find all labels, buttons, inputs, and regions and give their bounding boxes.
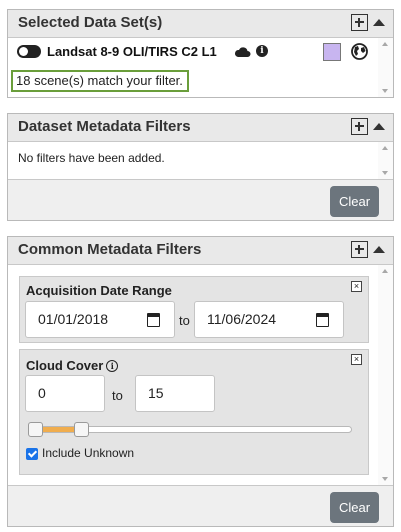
info-icon[interactable]: i [106,360,119,372]
cloud-icon [234,47,251,57]
common-filters-header: Common Metadata Filters [8,237,393,265]
scrollbar[interactable] [378,265,393,485]
slider-max-handle[interactable] [74,422,90,437]
panel-title: Selected Data Set(s) [18,14,163,31]
close-icon[interactable]: × [351,354,362,365]
clear-button[interactable]: Clear [330,492,379,523]
close-icon[interactable]: × [351,281,362,292]
common-metadata-filters-panel: Common Metadata Filters Acquisition Date… [7,236,394,527]
to-label: to [112,388,123,403]
calendar-icon[interactable] [316,313,329,327]
dataset-filters-body: No filters have been added. [8,142,393,180]
start-date-value: 01/01/2018 [38,311,109,327]
cloud-max-value: 15 [148,385,164,401]
to-label: to [179,313,190,328]
scroll-down-icon[interactable] [382,477,388,481]
dataset-name[interactable]: Landsat 8-9 OLI/TIRS C2 L1 [47,44,217,59]
color-swatch[interactable] [323,43,341,61]
add-icon[interactable] [351,241,368,258]
globe-icon[interactable] [351,43,368,60]
scroll-down-icon[interactable] [382,89,388,93]
dataset-filters-footer: Clear [8,180,393,220]
collapse-icon[interactable] [373,19,385,26]
cloud-cover-filter: Cloud Cover i × 0 to 15 Include Unknown [19,349,369,475]
scrollbar[interactable] [378,142,393,179]
acquisition-date-filter: Acquisition Date Range × 01/01/2018 to 1… [19,276,369,343]
start-date-input[interactable]: 01/01/2018 [25,301,175,338]
scrollbar[interactable] [378,38,393,97]
cloud-min-input[interactable]: 0 [25,375,105,412]
common-filters-body: Acquisition Date Range × 01/01/2018 to 1… [8,265,393,486]
clear-button[interactable]: Clear [330,186,379,217]
info-icon[interactable]: i [256,45,268,57]
scroll-up-icon[interactable] [382,269,388,273]
cloud-cover-label: Cloud Cover [26,358,104,373]
selected-datasets-header: Selected Data Set(s) [8,10,393,38]
scroll-up-icon[interactable] [382,146,388,150]
selected-datasets-panel: Selected Data Set(s) Landsat 8-9 OLI/TIR… [7,9,394,98]
include-unknown-checkbox[interactable] [26,448,38,460]
collapse-icon[interactable] [373,123,385,130]
end-date-value: 11/06/2024 [207,311,277,327]
no-filters-text: No filters have been added. [18,151,165,165]
panel-title: Dataset Metadata Filters [18,118,191,135]
calendar-icon[interactable] [147,313,160,327]
collapse-icon[interactable] [373,246,385,253]
scroll-down-icon[interactable] [382,171,388,175]
cloud-max-input[interactable]: 15 [135,375,215,412]
acquisition-date-title: Acquisition Date Range [26,283,172,298]
cloud-min-value: 0 [38,385,46,401]
common-filters-footer: Clear [8,486,393,526]
panel-title: Common Metadata Filters [18,241,202,258]
end-date-input[interactable]: 11/06/2024 [194,301,344,338]
add-icon[interactable] [351,14,368,31]
dataset-metadata-filters-panel: Dataset Metadata Filters No filters have… [7,113,394,221]
add-icon[interactable] [351,118,368,135]
include-unknown-label[interactable]: Include Unknown [42,446,134,460]
match-count-text: 18 scene(s) match your filter. [11,70,189,92]
slider-min-handle[interactable] [28,422,43,437]
toggle-icon[interactable] [17,45,41,58]
dataset-filters-header: Dataset Metadata Filters [8,114,393,142]
cloud-cover-title: Cloud Cover i [26,358,119,373]
scroll-up-icon[interactable] [382,42,388,46]
